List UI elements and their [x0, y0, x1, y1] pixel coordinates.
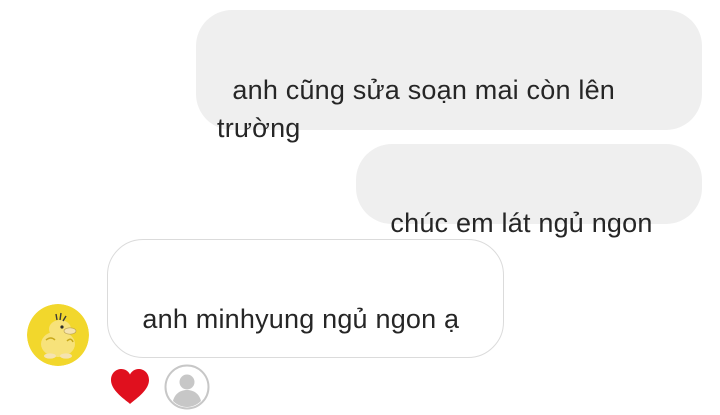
contact-avatar[interactable] [27, 304, 89, 366]
sent-message-bubble[interactable]: anh cũng sửa soạn mai còn lên trường [196, 10, 702, 143]
message-text: anh cũng sửa soạn mai còn lên trường [217, 75, 623, 143]
psyduck-avatar-icon [27, 304, 89, 366]
seen-indicator [164, 364, 210, 410]
message-text: anh minhyung ngủ ngon ạ [142, 304, 460, 334]
received-message-bubble[interactable]: anh minhyung ngủ ngon ạ [107, 239, 504, 358]
heart-icon [111, 369, 149, 404]
default-avatar-icon [164, 364, 210, 410]
sent-message-bubble[interactable]: chúc em lát ngủ ngon [356, 144, 702, 238]
heart-reaction[interactable] [109, 368, 151, 406]
message-text: chúc em lát ngủ ngon [390, 208, 653, 238]
